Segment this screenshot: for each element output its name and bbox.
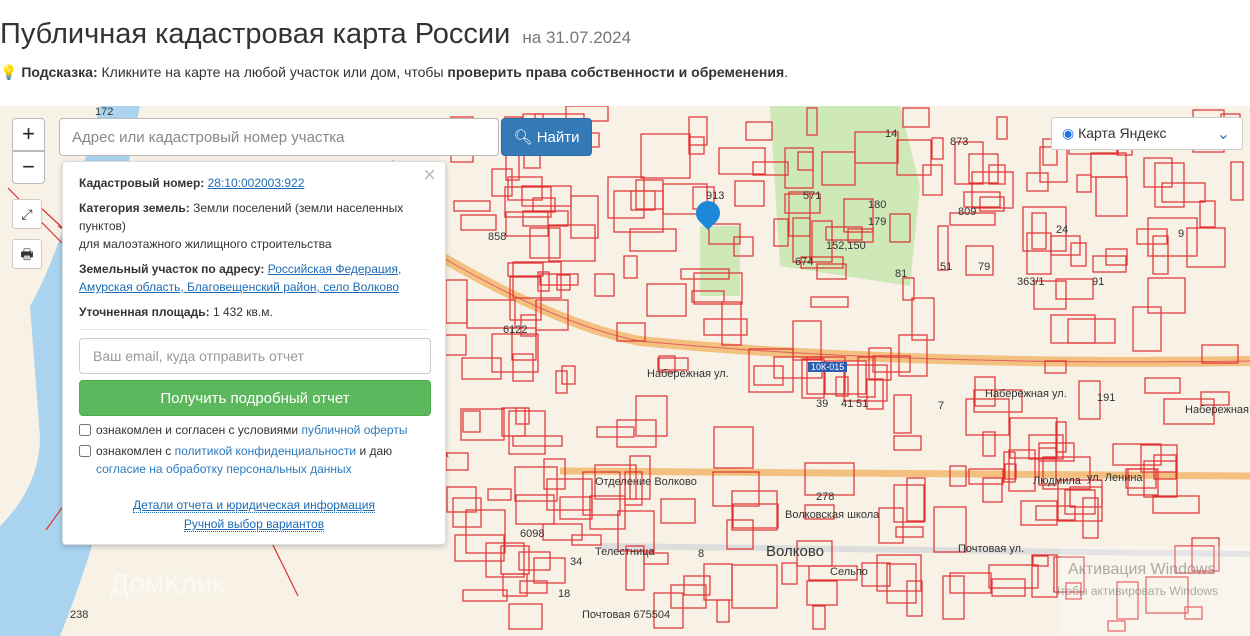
map-label: 172	[95, 106, 114, 118]
privacy-link[interactable]: политикой конфиденциальности	[175, 444, 356, 458]
map-label: ДомКлик	[110, 568, 225, 599]
privacy-checkbox[interactable]	[79, 445, 91, 457]
privacy-consent: ознакомлен с политикой конфиденциальност…	[79, 442, 429, 478]
zoom-in-button[interactable]: +	[12, 118, 45, 151]
hint-end: .	[784, 64, 789, 80]
map-label: 81	[895, 268, 908, 280]
radio-icon: ◉	[1062, 125, 1075, 141]
cad-label: Кадастровый номер:	[79, 176, 205, 190]
hint-text: Кликните на карте на любой участок или д…	[101, 64, 444, 80]
map-label: 39	[816, 398, 829, 410]
map-label: ул. Ленина	[1087, 472, 1143, 484]
address-label: Земельный участок по адресу:	[79, 262, 265, 276]
cadastral-number-link[interactable]: 28:10:002003:922	[208, 176, 305, 190]
map-label: Чтобы активировать Windows	[1052, 584, 1218, 598]
map-label: 79	[978, 261, 991, 273]
divider	[79, 329, 429, 330]
search-icon: 🔍︎	[513, 129, 533, 146]
map-label: Волково	[766, 543, 824, 560]
zoom-out-button[interactable]: −	[12, 151, 45, 184]
cb2-text: ознакомлен с	[96, 444, 172, 458]
map-label: 858	[488, 231, 507, 243]
map-label: 51	[940, 261, 953, 273]
area-label: Уточненная площадь:	[79, 305, 210, 319]
map-label: Набережная ул.	[985, 388, 1067, 400]
map-label: 873	[950, 136, 969, 148]
offer-checkbox[interactable]	[79, 424, 91, 436]
map-label: 191	[1097, 392, 1116, 404]
get-report-button[interactable]: Получить подробный отчет	[79, 380, 431, 416]
map-label: Почтовая ул.	[958, 543, 1025, 555]
map-label: Сельпо	[830, 566, 868, 578]
map-label: Телестница	[595, 546, 655, 558]
email-input[interactable]	[79, 338, 431, 374]
map-label: 14	[885, 128, 898, 140]
map-label: 9	[1178, 228, 1185, 240]
map-label: 809	[958, 206, 977, 218]
personal-data-link[interactable]: согласие на обработку персональных данны…	[96, 462, 352, 476]
map-label: 674	[795, 256, 814, 268]
map-label: Активация Windows	[1068, 561, 1216, 578]
map-label: 34	[570, 556, 583, 568]
map-label: 571	[803, 190, 822, 202]
search-input[interactable]	[59, 118, 499, 156]
fullscreen-button[interactable]: ⤢	[12, 199, 42, 229]
close-icon[interactable]: ×	[423, 164, 436, 186]
title-text: Публичная кадастровая карта России	[0, 18, 511, 50]
manual-select-link[interactable]: Ручной выбор вариантов	[183, 517, 325, 532]
lightbulb-icon: 💡	[0, 64, 18, 80]
map-label: Набережная ул.	[1185, 404, 1250, 416]
map-label: 6122	[503, 324, 528, 336]
map-label: 18	[558, 588, 571, 600]
map-label: 91	[1092, 276, 1105, 288]
map-label: 152,150	[826, 240, 866, 252]
cb1-text: ознакомлен и согласен с условиями	[96, 423, 299, 437]
hint-label: Подсказка:	[21, 64, 98, 80]
map-label: Людмила	[1033, 475, 1081, 487]
printer-icon: 🖶	[20, 246, 34, 262]
search-button[interactable]: 🔍︎ Найти	[501, 118, 592, 156]
map-label: Набережная ул.	[647, 368, 729, 380]
cb2-mid: и даю	[359, 444, 393, 458]
map-layer-select[interactable]: ◉ Карта Яндекс ⌄	[1051, 117, 1243, 150]
map-label: 24	[1056, 224, 1069, 236]
layer-label: Карта Яндекс	[1078, 125, 1167, 141]
map-label: 179	[868, 216, 887, 228]
hint: 💡 Подсказка: Кликните на карте на любой …	[0, 64, 788, 81]
map-label: 7	[938, 400, 945, 412]
map-label: Волковская школа	[785, 509, 880, 521]
map-label: 41	[841, 398, 854, 410]
map-label: 180	[868, 199, 887, 211]
cadastral-map[interactable]: 172 14 873 913 571 180 179 152,150 809 24 9 858 674 8…	[0, 106, 1250, 636]
date: на 31.07.2024	[522, 28, 632, 47]
map-label: 51	[856, 398, 869, 410]
print-button[interactable]: 🖶	[12, 239, 42, 269]
page-title: Публичная кадастровая карта России на 31…	[0, 18, 631, 51]
offer-consent: ознакомлен и согласен с условиями публич…	[79, 421, 429, 439]
map-label: 363/1	[1017, 276, 1045, 288]
search-button-label: Найти	[536, 129, 580, 146]
map-label: Отделение Волково	[595, 476, 697, 488]
area-value: 1 432 кв.м.	[212, 305, 273, 319]
parcel-info-popup: × Кадастровый номер: 28:10:002003:922 Ка…	[62, 161, 446, 545]
map-label: 8	[698, 548, 705, 560]
map-label: 278	[816, 491, 835, 503]
details-link[interactable]: Детали отчета и юридическая информация	[133, 498, 375, 513]
map-label: 10К-015	[808, 362, 848, 372]
map-label: Почтовая 675504	[582, 609, 671, 621]
offer-link[interactable]: публичной оферты	[301, 423, 407, 437]
hint-bold: проверить права собственности и обремене…	[447, 64, 785, 80]
map-label: 6098	[520, 528, 545, 540]
chevron-down-icon: ⌄	[1216, 126, 1230, 143]
map-label: 238	[70, 609, 89, 621]
expand-icon: ⤢	[21, 206, 33, 222]
category-label: Категория земель:	[79, 201, 190, 215]
permitted-use: для малоэтажного жилищного строительства	[79, 237, 332, 251]
